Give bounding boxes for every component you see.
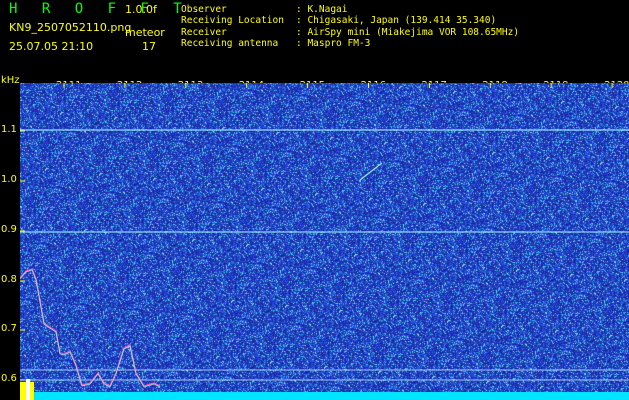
location-label: Receiving Location xyxy=(181,15,284,26)
location-value: : Chigasaki, Japan (139.414 35.340) xyxy=(296,15,497,26)
filename-label: KN9_2507052110.png xyxy=(9,21,132,34)
spectrogram-overlay xyxy=(20,83,629,400)
antenna-value: : Maspro FM-3 xyxy=(296,38,371,49)
spectrum-profile xyxy=(20,268,161,387)
version-label: 1.0.0f xyxy=(125,3,157,16)
spectrogram xyxy=(20,83,629,400)
datetime-label: 25.07.05 21:10 xyxy=(9,40,94,53)
y-tick-label: 1.0 xyxy=(1,174,17,185)
app-title: H R O F F T xyxy=(9,1,190,17)
y-tick-label: 0.7 xyxy=(1,323,17,334)
antenna-label: Receiving antenna xyxy=(181,38,279,49)
y-tick-label: 0.9 xyxy=(1,224,17,235)
y-tick-label: 0.6 xyxy=(1,373,17,384)
y-tick-label: 1.1 xyxy=(1,124,17,135)
count-label: 17 xyxy=(142,40,156,53)
baseline-bar xyxy=(20,392,629,400)
mode-label: meteor xyxy=(125,26,165,39)
y-axis-unit: kHz xyxy=(1,75,20,86)
y-tick-label: 0.8 xyxy=(1,274,17,285)
level-marker-peak xyxy=(26,379,30,400)
spectrum-profile-shadow xyxy=(20,269,161,388)
meteor-trace xyxy=(359,162,383,181)
